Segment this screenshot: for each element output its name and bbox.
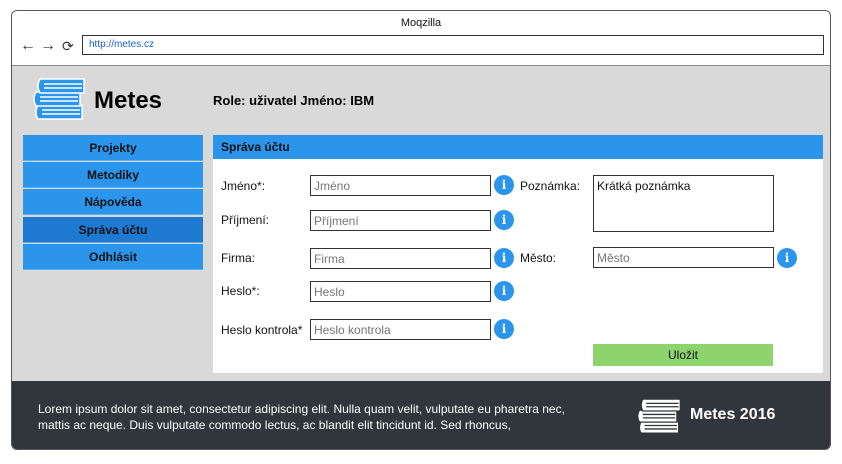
password-confirm-input[interactable] <box>310 319 491 340</box>
note-textarea[interactable]: Krátká poznámka <box>593 175 774 232</box>
sidebar-item-odhlasit[interactable]: Odhlásit <box>23 244 203 270</box>
footer: Lorem ipsum dolor sit amet, consectetur … <box>12 381 830 449</box>
city-label: Město: <box>520 251 557 265</box>
brand-name: Metes <box>94 87 163 114</box>
back-arrow-icon[interactable]: ← <box>20 38 36 54</box>
save-button[interactable]: Uložit <box>593 344 773 366</box>
password-confirm-label: Heslo kontrola* <box>221 323 303 337</box>
sidebar-item-metodiky[interactable]: Metodiky <box>23 162 203 188</box>
note-label: Poznámka: <box>520 179 581 193</box>
sidebar-item-projekty[interactable]: Projekty <box>23 135 203 161</box>
panel-title: Správa účtu <box>213 135 823 159</box>
password-input[interactable] <box>310 281 491 302</box>
password-label: Heslo*: <box>221 284 260 298</box>
info-icon[interactable]: i <box>494 210 514 230</box>
last-name-input[interactable] <box>310 210 491 231</box>
company-label: Firma: <box>221 251 255 265</box>
browser-toolbar: Moqzilla ← → ⟳ http://metes.cz <box>12 11 830 66</box>
info-icon[interactable]: i <box>777 248 797 268</box>
browser-window: Moqzilla ← → ⟳ http://metes.cz Metes Rol… <box>11 10 831 450</box>
info-icon[interactable]: i <box>494 319 514 339</box>
info-icon[interactable]: i <box>494 175 514 195</box>
sidebar-item-sprava-uctu[interactable]: Správa účtu <box>23 217 203 243</box>
sidebar-item-napoveda[interactable]: Nápověda <box>23 189 203 215</box>
footer-text: Lorem ipsum dolor sit amet, consectetur … <box>38 402 565 432</box>
first-name-input[interactable] <box>310 175 491 196</box>
forward-arrow-icon[interactable]: → <box>40 38 56 54</box>
footer-brand: Metes 2016 <box>690 406 776 423</box>
first-name-label: Jméno*: <box>221 179 266 193</box>
url-bar[interactable]: http://metes.cz <box>82 35 824 55</box>
user-role-info: Role: uživatel Jméno: IBM <box>213 93 375 108</box>
books-logo-icon <box>637 398 681 434</box>
info-icon[interactable]: i <box>494 281 514 301</box>
info-icon[interactable]: i <box>494 248 514 268</box>
company-input[interactable] <box>310 248 491 269</box>
city-input[interactable] <box>593 247 774 268</box>
reload-icon[interactable]: ⟳ <box>62 38 74 54</box>
books-logo-icon <box>33 78 85 120</box>
account-settings-panel: Správa účtu Jméno*: i Příjmení: i Firma:… <box>213 135 823 373</box>
last-name-label: Příjmení: <box>221 213 270 227</box>
window-title: Moqzilla <box>400 17 442 29</box>
